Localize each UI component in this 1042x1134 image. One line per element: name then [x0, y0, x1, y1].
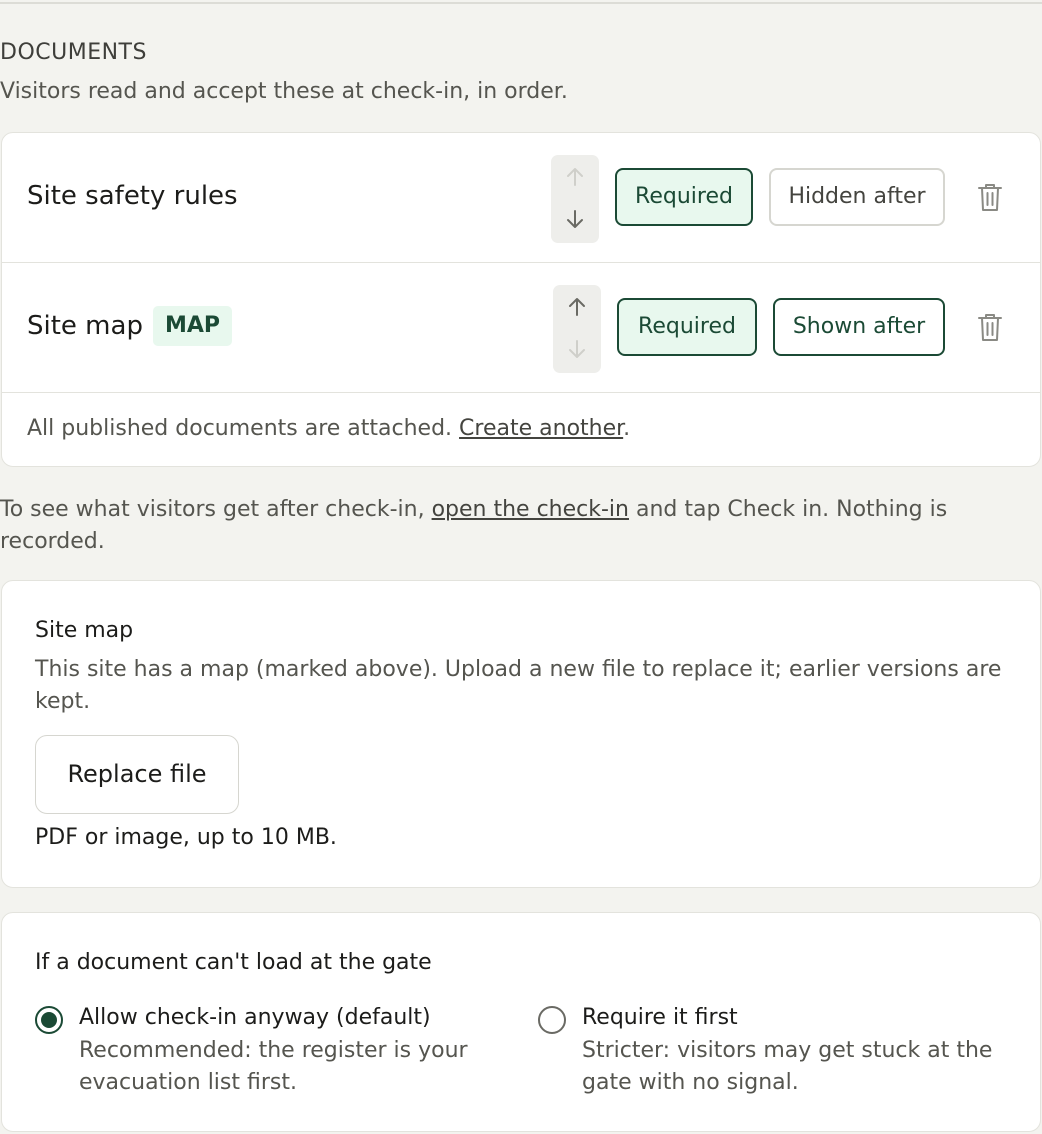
radio-unchecked-icon[interactable]: [538, 1006, 566, 1034]
reorder-control: [553, 285, 601, 373]
preview-info: To see what visitors get after check-in,…: [0, 494, 1000, 558]
visibility-toggle[interactable]: Hidden after: [769, 168, 945, 226]
footer-text: All published documents are attached.: [27, 416, 453, 441]
section-description: Visitors read and accept these at check-…: [0, 79, 568, 104]
site-map-description: This site has a map (marked above). Uplo…: [35, 657, 1002, 714]
trash-icon[interactable]: [975, 181, 1005, 213]
create-another-link[interactable]: Create another: [459, 416, 623, 441]
reorder-control: [551, 155, 599, 243]
arrow-up-icon[interactable]: [565, 295, 589, 319]
gate-fallback-card: If a document can't load at the gate All…: [1, 912, 1041, 1132]
preview-text-before: To see what visitors get after check-in,: [0, 497, 425, 522]
replace-file-button[interactable]: Replace file: [35, 735, 239, 814]
option-description: Recommended: the register is your evacua…: [79, 1038, 468, 1095]
documents-footer: All published documents are attached. Cr…: [27, 416, 630, 441]
top-divider: [0, 2, 1042, 4]
required-toggle[interactable]: Required: [615, 168, 753, 226]
document-row: Site map MAP Required Shown after: [2, 263, 1040, 393]
arrow-down-icon[interactable]: [563, 207, 587, 231]
document-row: Site safety rules Required Hidden after: [2, 133, 1040, 263]
documents-card: Site safety rules Required Hidden after …: [1, 132, 1041, 467]
option-label[interactable]: Require it first: [582, 1005, 738, 1030]
radio-checked-icon[interactable]: [35, 1006, 63, 1034]
document-name: Site map: [27, 311, 143, 341]
option-description: Stricter: visitors may get stuck at the …: [582, 1038, 993, 1095]
card-title: Site map: [35, 618, 134, 643]
arrow-up-icon: [567, 168, 583, 186]
visibility-toggle[interactable]: Shown after: [773, 298, 945, 356]
option-label[interactable]: Allow check-in anyway (default): [79, 1005, 431, 1030]
document-name: Site safety rules: [27, 181, 238, 211]
open-checkin-link[interactable]: open the check-in: [432, 497, 629, 522]
trash-icon[interactable]: [975, 311, 1005, 343]
map-tag: MAP: [153, 306, 233, 346]
section-title: DOCUMENTS: [0, 40, 147, 65]
card-title: If a document can't load at the gate: [35, 950, 432, 975]
arrow-down-icon: [569, 340, 585, 358]
footer-end: .: [623, 416, 631, 441]
site-map-card: Site map This site has a map (marked abo…: [1, 580, 1041, 888]
file-hint: PDF or image, up to 10 MB.: [35, 825, 337, 850]
required-toggle[interactable]: Required: [617, 298, 757, 356]
